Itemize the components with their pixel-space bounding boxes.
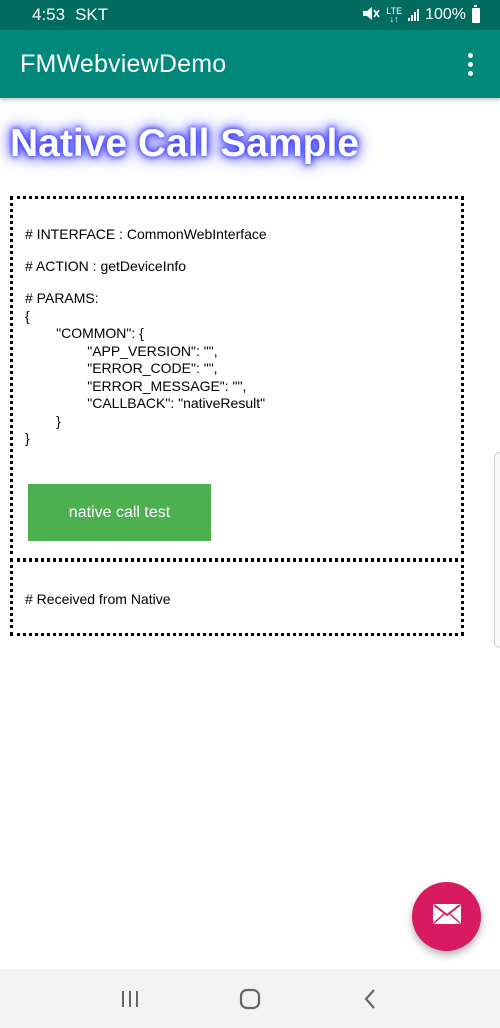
received-label: # Received from Native	[25, 591, 171, 607]
received-panel: # Received from Native	[10, 558, 464, 636]
back-icon[interactable]	[340, 979, 400, 1019]
mail-fab-button[interactable]	[412, 882, 481, 951]
lte-icon: LTE ↓↑	[386, 6, 403, 24]
recents-icon[interactable]	[100, 979, 160, 1019]
mail-icon	[432, 904, 461, 929]
interface-line: # INTERFACE : CommonWebInterface	[25, 226, 267, 242]
app-bar: FMWebviewDemo	[0, 30, 500, 98]
page-heading: Native Call Sample	[10, 122, 359, 165]
signal-icon	[408, 9, 420, 21]
status-time: 4:53	[32, 5, 66, 24]
status-right: LTE ↓↑ 100%	[362, 4, 480, 25]
params-block: # PARAMS: { "COMMON": { "APP_VERSION": "…	[25, 290, 266, 446]
home-icon[interactable]	[220, 979, 280, 1019]
status-bar: 4:53 SKT LTE ↓↑ 100%	[0, 0, 500, 30]
action-line: # ACTION : getDeviceInfo	[25, 258, 187, 274]
native-call-test-button[interactable]: native call test	[28, 484, 211, 541]
status-carrier: SKT	[75, 5, 109, 24]
edge-panel-handle[interactable]	[494, 452, 500, 648]
interface-panel: # INTERFACE : CommonWebInterface # ACTIO…	[10, 196, 464, 562]
network-label: LTE	[386, 6, 403, 16]
battery-icon	[472, 4, 480, 23]
battery-percent: 100%	[425, 6, 466, 23]
more-vert-icon[interactable]	[458, 44, 482, 84]
mute-icon	[362, 6, 380, 25]
status-left: 4:53 SKT	[32, 5, 108, 25]
navigation-bar	[0, 969, 500, 1028]
app-title: FMWebviewDemo	[20, 49, 227, 78]
